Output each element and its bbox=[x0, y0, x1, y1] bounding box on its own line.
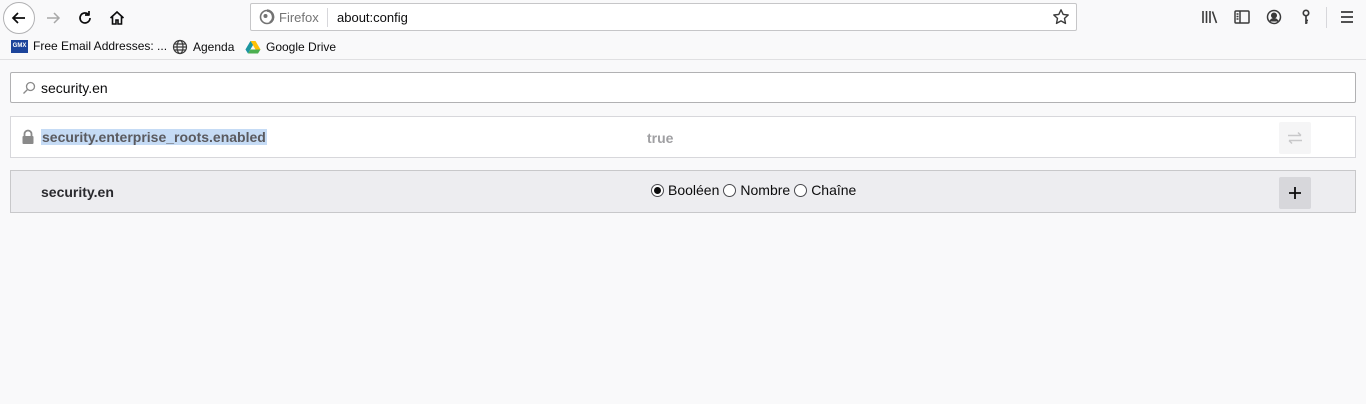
radio-button[interactable] bbox=[723, 183, 737, 197]
pref-search-box[interactable] bbox=[10, 72, 1356, 103]
bookmark-label: Google Drive bbox=[266, 40, 337, 54]
add-pref-button[interactable] bbox=[1279, 177, 1311, 209]
url-bar[interactable]: Firefox about:config bbox=[250, 3, 1077, 31]
url-separator bbox=[327, 8, 328, 27]
toggle-button[interactable] bbox=[1279, 122, 1311, 154]
arrow-right-icon bbox=[47, 12, 61, 24]
toolbar-separator bbox=[1326, 7, 1327, 28]
home-icon bbox=[109, 10, 125, 25]
library-icon[interactable] bbox=[1201, 8, 1219, 26]
url-text[interactable]: about:config bbox=[337, 10, 408, 25]
pref-row[interactable]: security.enterprise_roots.enabled true bbox=[10, 116, 1356, 158]
home-button[interactable] bbox=[101, 2, 133, 34]
bookmark-google-drive[interactable]: Google Drive bbox=[245, 39, 336, 55]
key-icon[interactable] bbox=[1297, 8, 1315, 26]
pref-name: security.enterprise_roots.enabled bbox=[41, 129, 267, 145]
navigation-toolbar: Firefox about:config bbox=[0, 0, 1366, 35]
plus-icon bbox=[1289, 187, 1301, 199]
bookmark-gmx[interactable]: GMX Free Email Addresses: ... bbox=[11, 39, 167, 53]
radio-button[interactable] bbox=[794, 183, 808, 197]
identity-box[interactable]: Firefox bbox=[259, 9, 319, 25]
lock-icon bbox=[22, 129, 34, 144]
radio-number[interactable]: Nombre bbox=[723, 182, 790, 198]
reload-icon bbox=[79, 11, 91, 24]
radio-label: Chaîne bbox=[811, 182, 857, 198]
bookmark-label: Agenda bbox=[193, 40, 235, 54]
account-icon[interactable] bbox=[1265, 8, 1283, 26]
pref-value: true bbox=[647, 130, 674, 146]
reload-button[interactable] bbox=[69, 2, 101, 34]
arrow-left-icon bbox=[11, 12, 25, 24]
new-pref-row: security.en Booléen Nombre Chaîne bbox=[10, 170, 1356, 213]
gmx-icon: GMX bbox=[11, 39, 28, 53]
globe-icon bbox=[172, 39, 188, 55]
hamburger-menu-icon[interactable] bbox=[1338, 8, 1356, 26]
radio-boolean[interactable]: Booléen bbox=[651, 182, 719, 198]
bookmark-label: Free Email Addresses: ... bbox=[33, 39, 168, 53]
google-drive-icon bbox=[245, 41, 261, 54]
radio-label: Booléen bbox=[668, 182, 720, 198]
forward-button[interactable] bbox=[37, 2, 69, 34]
bookmark-star-icon[interactable] bbox=[1052, 8, 1070, 26]
bookmarks-toolbar: GMX Free Email Addresses: ... Agenda Goo… bbox=[0, 35, 1366, 60]
new-pref-name: security.en bbox=[41, 184, 114, 200]
sidebar-icon[interactable] bbox=[1233, 8, 1251, 26]
pref-type-radio-group: Booléen Nombre Chaîne bbox=[651, 182, 856, 198]
bookmark-agenda[interactable]: Agenda bbox=[172, 39, 234, 55]
toggle-arrows-icon bbox=[1288, 131, 1302, 145]
radio-button-selected[interactable] bbox=[651, 183, 664, 197]
firefox-icon bbox=[259, 9, 275, 25]
radio-label: Nombre bbox=[740, 182, 791, 198]
search-icon bbox=[23, 81, 36, 94]
radio-string[interactable]: Chaîne bbox=[794, 182, 856, 198]
identity-label: Firefox bbox=[279, 9, 319, 25]
back-button[interactable] bbox=[3, 2, 35, 34]
pref-search-input[interactable] bbox=[41, 77, 1341, 99]
